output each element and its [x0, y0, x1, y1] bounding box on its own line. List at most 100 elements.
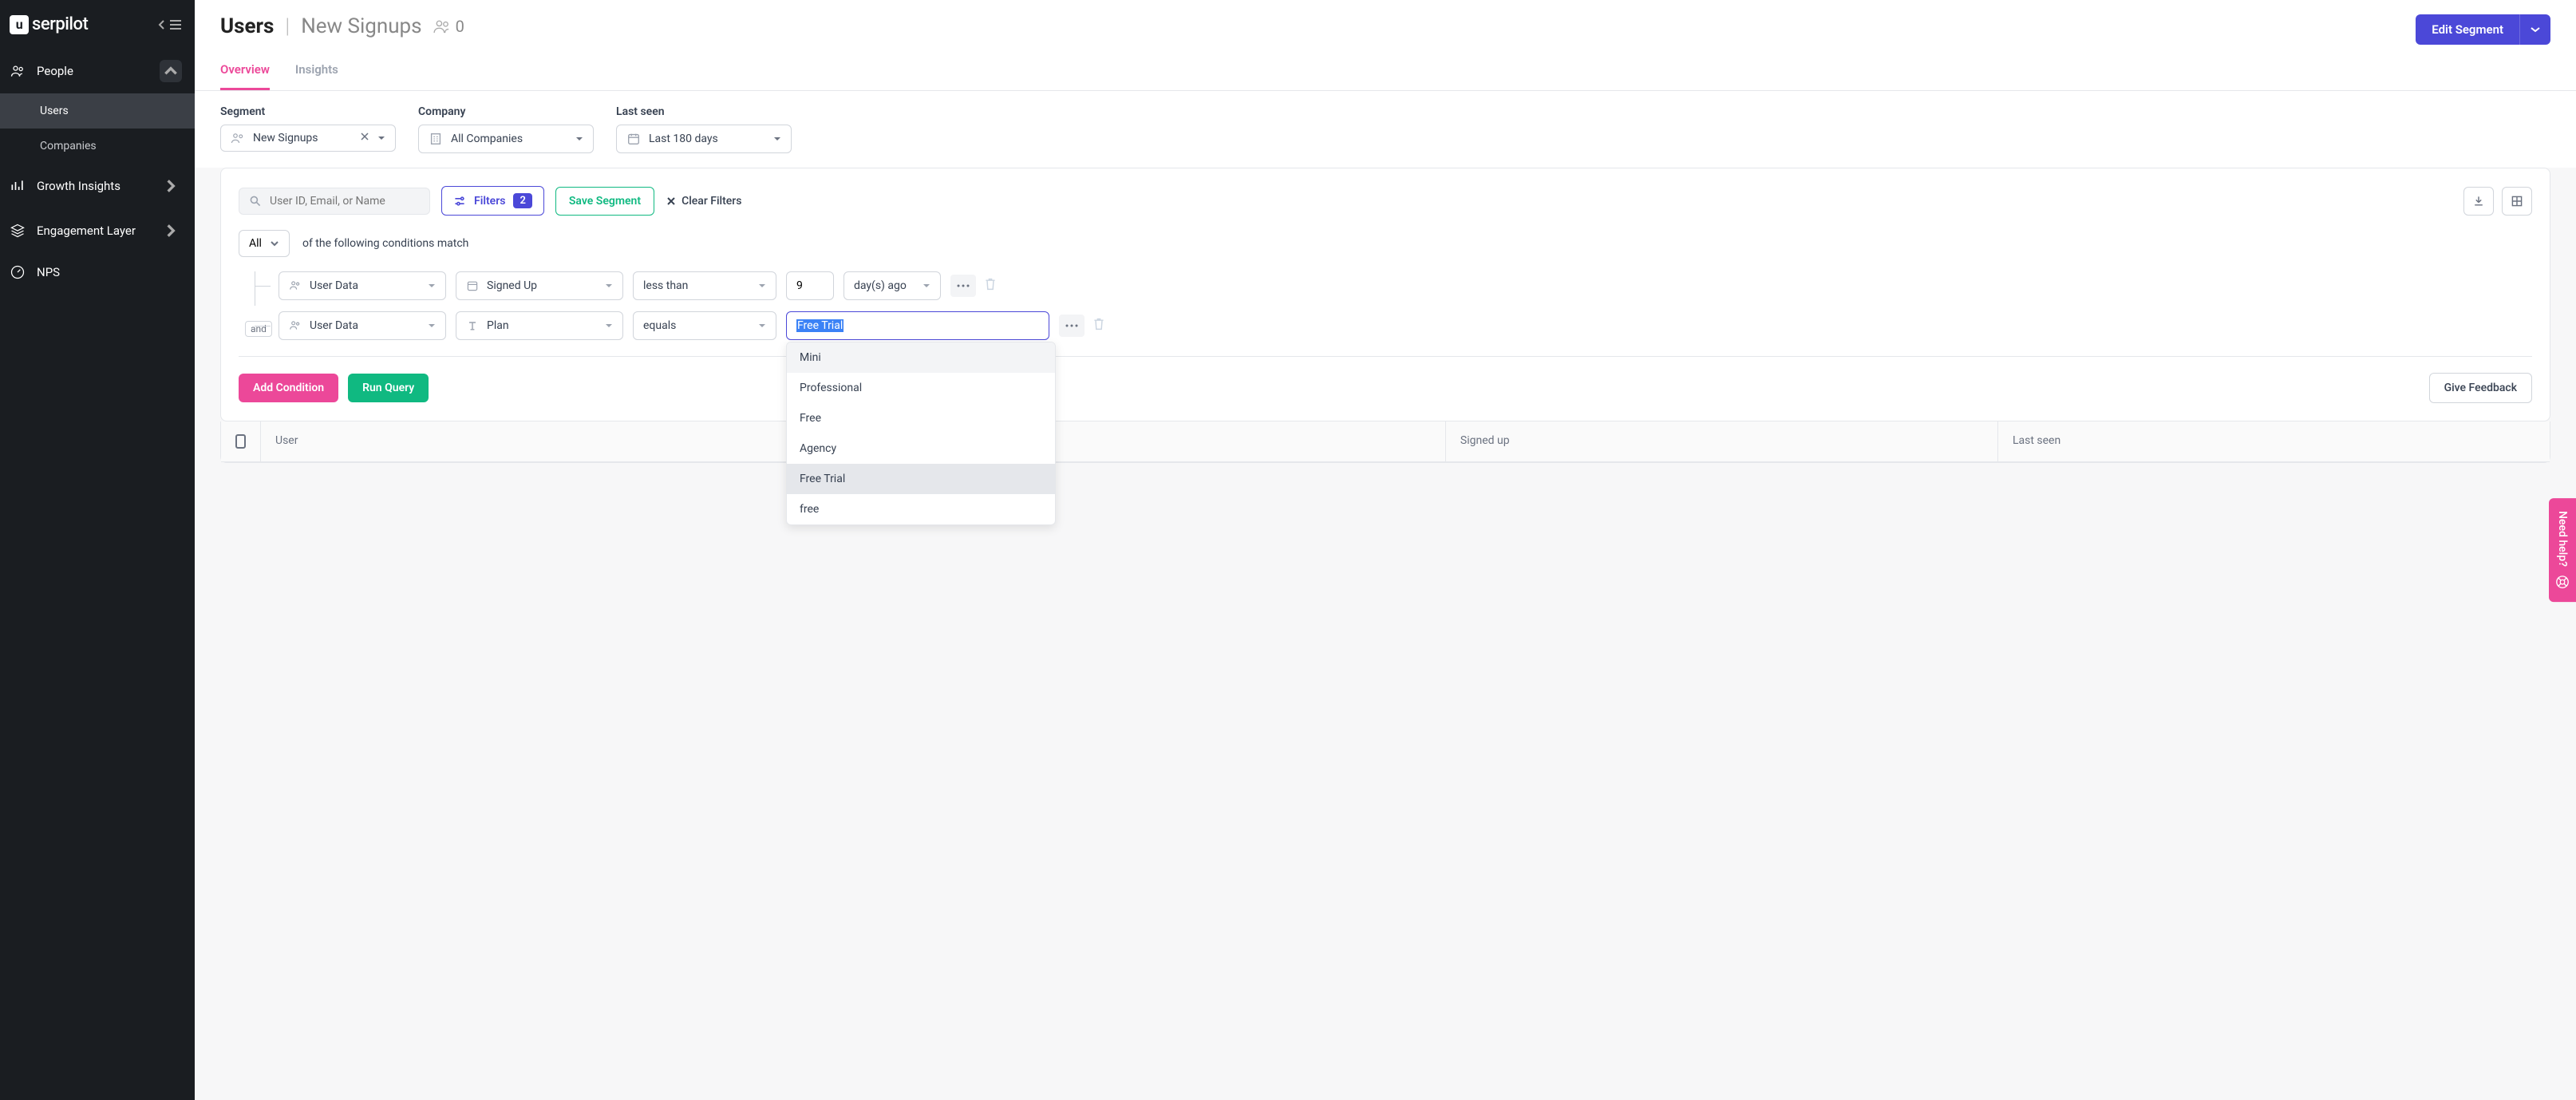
nav-label: NPS: [37, 265, 60, 279]
condition-value-input[interactable]: Free Trial: [786, 311, 1049, 340]
last-seen-select[interactable]: Last 180 days: [616, 125, 792, 153]
edit-segment-split-button: Edit Segment: [2416, 14, 2550, 45]
company-select[interactable]: All Companies: [418, 125, 594, 153]
nav-growth-insights[interactable]: Growth Insights: [0, 164, 195, 208]
match-text: of the following conditions match: [302, 237, 468, 250]
table-header: User First seen Signed up Last seen: [221, 421, 2550, 462]
calendar-icon: [466, 279, 479, 292]
select-all-checkbox[interactable]: [235, 434, 246, 449]
caret-down-icon: [923, 283, 930, 288]
give-feedback-button[interactable]: Give Feedback: [2429, 373, 2532, 403]
clear-filters-label: Clear Filters: [682, 195, 741, 208]
clear-segment-button[interactable]: [360, 132, 369, 144]
match-mode-select[interactable]: All: [239, 230, 290, 257]
nav-users[interactable]: Users: [0, 93, 195, 129]
building-icon: [429, 132, 443, 146]
condition-row: User Data Signed Up less than: [279, 271, 2532, 300]
add-condition-button[interactable]: Add Condition: [239, 374, 338, 402]
delete-condition-button[interactable]: [984, 277, 997, 295]
caret-down-icon: [758, 283, 766, 288]
select-all-column: [221, 421, 261, 461]
operator-value: less than: [643, 279, 688, 292]
tab-overview[interactable]: Overview: [220, 62, 270, 90]
chevron-up-icon: [163, 63, 179, 79]
condition-source-select[interactable]: User Data: [279, 271, 446, 300]
segment-value: New Signups: [253, 132, 318, 144]
condition-value-input[interactable]: [786, 271, 834, 300]
expand-engagement-button[interactable]: [160, 220, 182, 242]
dropdown-option[interactable]: Free Trial: [787, 464, 1055, 494]
condition-operator-select[interactable]: less than: [633, 271, 776, 300]
search-box[interactable]: [239, 188, 430, 215]
more-actions-button[interactable]: [950, 275, 976, 297]
page-title-row: Users | New Signups 0: [220, 14, 464, 38]
value-dropdown: Mini Professional Free Agency Free Trial…: [786, 342, 1056, 525]
nav-label: Engagement Layer: [37, 224, 136, 238]
separator: |: [285, 14, 290, 38]
chevron-right-icon: [163, 178, 179, 194]
source-value: User Data: [310, 319, 358, 332]
expand-growth-button[interactable]: [160, 175, 182, 197]
dropdown-option[interactable]: Free: [787, 403, 1055, 433]
help-tab[interactable]: Need help?: [2549, 498, 2576, 602]
segment-select[interactable]: New Signups: [220, 125, 396, 152]
save-segment-button[interactable]: Save Segment: [555, 187, 654, 216]
dropdown-option[interactable]: Mini: [787, 342, 1055, 373]
nav-people[interactable]: People: [0, 49, 195, 93]
condition-field-select[interactable]: Plan: [456, 311, 623, 340]
dropdown-option[interactable]: Professional: [787, 373, 1055, 403]
search-input[interactable]: [270, 195, 420, 208]
nav-companies[interactable]: Companies: [0, 129, 195, 164]
tab-insights[interactable]: Insights: [295, 62, 338, 90]
columns-button[interactable]: [2502, 187, 2532, 216]
layers-icon: [10, 223, 26, 239]
collapse-sidebar-button[interactable]: [158, 19, 182, 30]
conditions-header: All of the following conditions match: [239, 230, 2532, 257]
company-value: All Companies: [451, 133, 523, 145]
run-query-button[interactable]: Run Query: [348, 374, 429, 402]
nav-engagement-layer[interactable]: Engagement Layer: [0, 208, 195, 253]
menu-icon: [169, 19, 182, 30]
more-actions-button[interactable]: [1059, 315, 1085, 337]
column-header-last-seen[interactable]: Last seen: [1998, 421, 2550, 461]
unit-value: day(s) ago: [854, 279, 907, 292]
caret-down-icon: [428, 283, 436, 288]
dropdown-option[interactable]: free: [787, 494, 1055, 524]
source-value: User Data: [310, 279, 358, 292]
caret-down-icon: [605, 283, 613, 288]
logo: userpilot: [10, 14, 88, 34]
dropdown-option[interactable]: Agency: [787, 433, 1055, 464]
trash-icon: [1092, 317, 1105, 331]
query-builder-card: Filters 2 Save Segment Clear Filters: [220, 168, 2550, 421]
logo-icon: u: [10, 15, 29, 34]
nav-nps[interactable]: NPS: [0, 253, 195, 291]
condition-unit-select[interactable]: day(s) ago: [844, 271, 941, 300]
download-button[interactable]: [2463, 187, 2494, 216]
delete-condition-button[interactable]: [1092, 317, 1105, 334]
and-connector-badge: and: [245, 321, 272, 337]
condition-value-wrapper: Free Trial Mini Professional Free Agency…: [786, 311, 1049, 340]
condition-field-select[interactable]: Signed Up: [456, 271, 623, 300]
condition-source-select[interactable]: User Data: [279, 311, 446, 340]
clear-filters-button[interactable]: Clear Filters: [666, 195, 741, 208]
row-actions: [1059, 315, 1105, 337]
operator-value: equals: [643, 319, 676, 332]
filters-button[interactable]: Filters 2: [441, 186, 544, 216]
people-icon: [10, 63, 26, 79]
count-value: 0: [456, 17, 464, 36]
main-content: Users | New Signups 0 Edit Segment Overv…: [195, 0, 2576, 1100]
column-header-signed-up[interactable]: Signed up: [1446, 421, 1998, 461]
gauge-icon: [10, 264, 26, 280]
page-header: Users | New Signups 0 Edit Segment: [195, 0, 2576, 45]
edit-segment-button[interactable]: Edit Segment: [2416, 14, 2519, 45]
condition-operator-select[interactable]: equals: [633, 311, 776, 340]
filter-bar: Segment New Signups Company All Companie…: [195, 91, 2576, 168]
text-icon: [466, 319, 479, 332]
sliders-icon: [453, 195, 466, 208]
company-filter: Company All Companies: [418, 105, 594, 153]
chevron-down-icon: [2530, 26, 2541, 33]
users-icon: [289, 320, 302, 331]
help-label: Need help?: [2556, 511, 2569, 567]
edit-segment-dropdown-button[interactable]: [2519, 14, 2550, 45]
collapse-people-button[interactable]: [160, 60, 182, 82]
